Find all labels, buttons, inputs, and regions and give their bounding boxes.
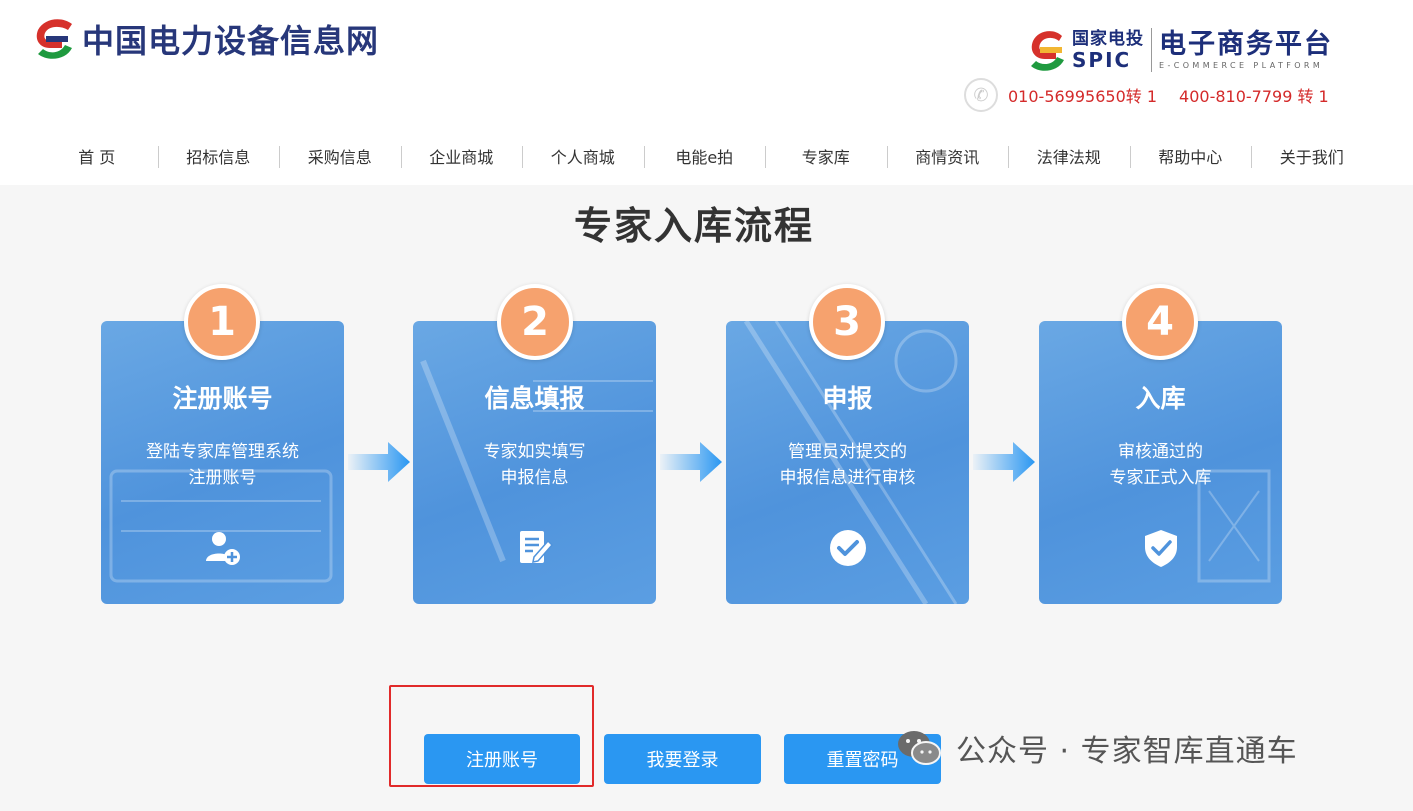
step-description-line2: 专家正式入库 [1109,468,1212,488]
step-description-line1: 管理员对提交的 [788,442,907,462]
site-title: 中国电力设备信息网 [82,22,380,60]
partner-name-cn: 国家电投 [1072,28,1144,49]
step-number-badge: 2 [497,284,573,360]
partner-name-en: SPIC [1072,47,1132,72]
nav-item-laws[interactable]: 法律法规 [1008,144,1130,168]
contact-phones: ✆ 010-56995650转 1 400-810-7799 转 1 [964,78,1329,112]
step-description-line1: 登陆专家库管理系统 [146,442,299,462]
step-description: 审核通过的 专家正式入库 [1039,439,1282,491]
step-description: 管理员对提交的 申报信息进行审核 [726,439,969,491]
step-description-line1: 专家如实填写 [483,442,586,462]
arrow-right-icon [660,442,722,482]
platform-name-cn: 电子商务平台 [1159,28,1333,60]
logo-divider [1151,28,1152,72]
phone-number-1: 010-56995650转 1 [1008,87,1158,106]
page-title: 专家入库流程 [573,204,814,248]
phone-number-2: 400-810-7799 转 1 [1179,87,1329,106]
check-circle-icon [830,530,866,566]
step-number-badge: 3 [809,284,885,360]
spic-logo-icon [1031,31,1064,71]
platform-name-en: E-COMMERCE PLATFORM [1159,60,1324,70]
nav-item-help-center[interactable]: 帮助中心 [1129,144,1252,168]
edit-document-icon [520,531,554,563]
spic-logo[interactable]: 国家电投 SPIC 电子商务平台 E-COMMERCE PLATFORM [1026,24,1333,76]
site-logo[interactable]: 中国电力设备信息网 [32,14,379,64]
arrow-right-icon [973,442,1035,482]
register-button[interactable]: 注册账号 [424,734,580,784]
step-number-badge: 4 [1122,284,1198,360]
wechat-watermark: 公众号 · 专家智库直通车 [896,726,1298,770]
nav-item-expert-database[interactable]: 专家库 [765,144,887,168]
user-add-icon [206,532,240,565]
step-description: 登陆专家库管理系统 注册账号 [101,439,344,491]
nav-item-business-news[interactable]: 商情资讯 [886,144,1009,168]
step-description: 专家如实填写 申报信息 [413,439,656,491]
main-nav: 首 页 招标信息 采购信息 企业商城 个人商城 电能e拍 专家库 商情资讯 法律… [36,137,1386,175]
login-button[interactable]: 我要登录 [604,734,761,784]
header: 中国电力设备信息网 国家电投 SPIC 电子商务平台 E-COMMERCE PL… [0,0,1413,185]
watermark-text: 公众号 · 专家智库直通车 [956,734,1298,769]
shield-check-icon [1145,530,1177,567]
site-logo-icon [36,19,72,59]
nav-item-about-us[interactable]: 关于我们 [1251,144,1373,168]
phone-icon: ✆ [964,78,998,112]
nav-item-e-auction[interactable]: 电能e拍 [643,144,766,168]
nav-item-enterprise-mall[interactable]: 企业商城 [400,144,523,168]
nav-item-tender-info[interactable]: 招标信息 [157,144,280,168]
wechat-icon [898,731,941,765]
step-title: 注册账号 [172,384,273,413]
step-description-line1: 审核通过的 [1118,442,1203,462]
step-card-submit: 申报 管理员对提交的 申报信息进行审核 [726,321,969,604]
step-number-badge: 1 [184,284,260,360]
step-description-line2: 申报信息 [500,468,569,488]
step-title: 申报 [822,384,873,413]
step-card-fill-info: 信息填报 专家如实填写 申报信息 [413,321,656,604]
step-description-line2: 申报信息进行审核 [779,468,916,488]
step-card-warehousing: 入库 审核通过的 专家正式入库 [1039,321,1282,604]
nav-item-procurement-info[interactable]: 采购信息 [279,144,401,168]
nav-item-home[interactable]: 首 页 [36,144,158,168]
step-title: 信息填报 [484,384,585,413]
step-description-line2: 注册账号 [188,468,257,488]
step-card-register: 注册账号 登陆专家库管理系统 注册账号 [101,321,344,604]
step-title: 入库 [1135,384,1186,413]
nav-item-personal-mall[interactable]: 个人商城 [522,144,644,168]
arrow-right-icon [348,442,410,482]
